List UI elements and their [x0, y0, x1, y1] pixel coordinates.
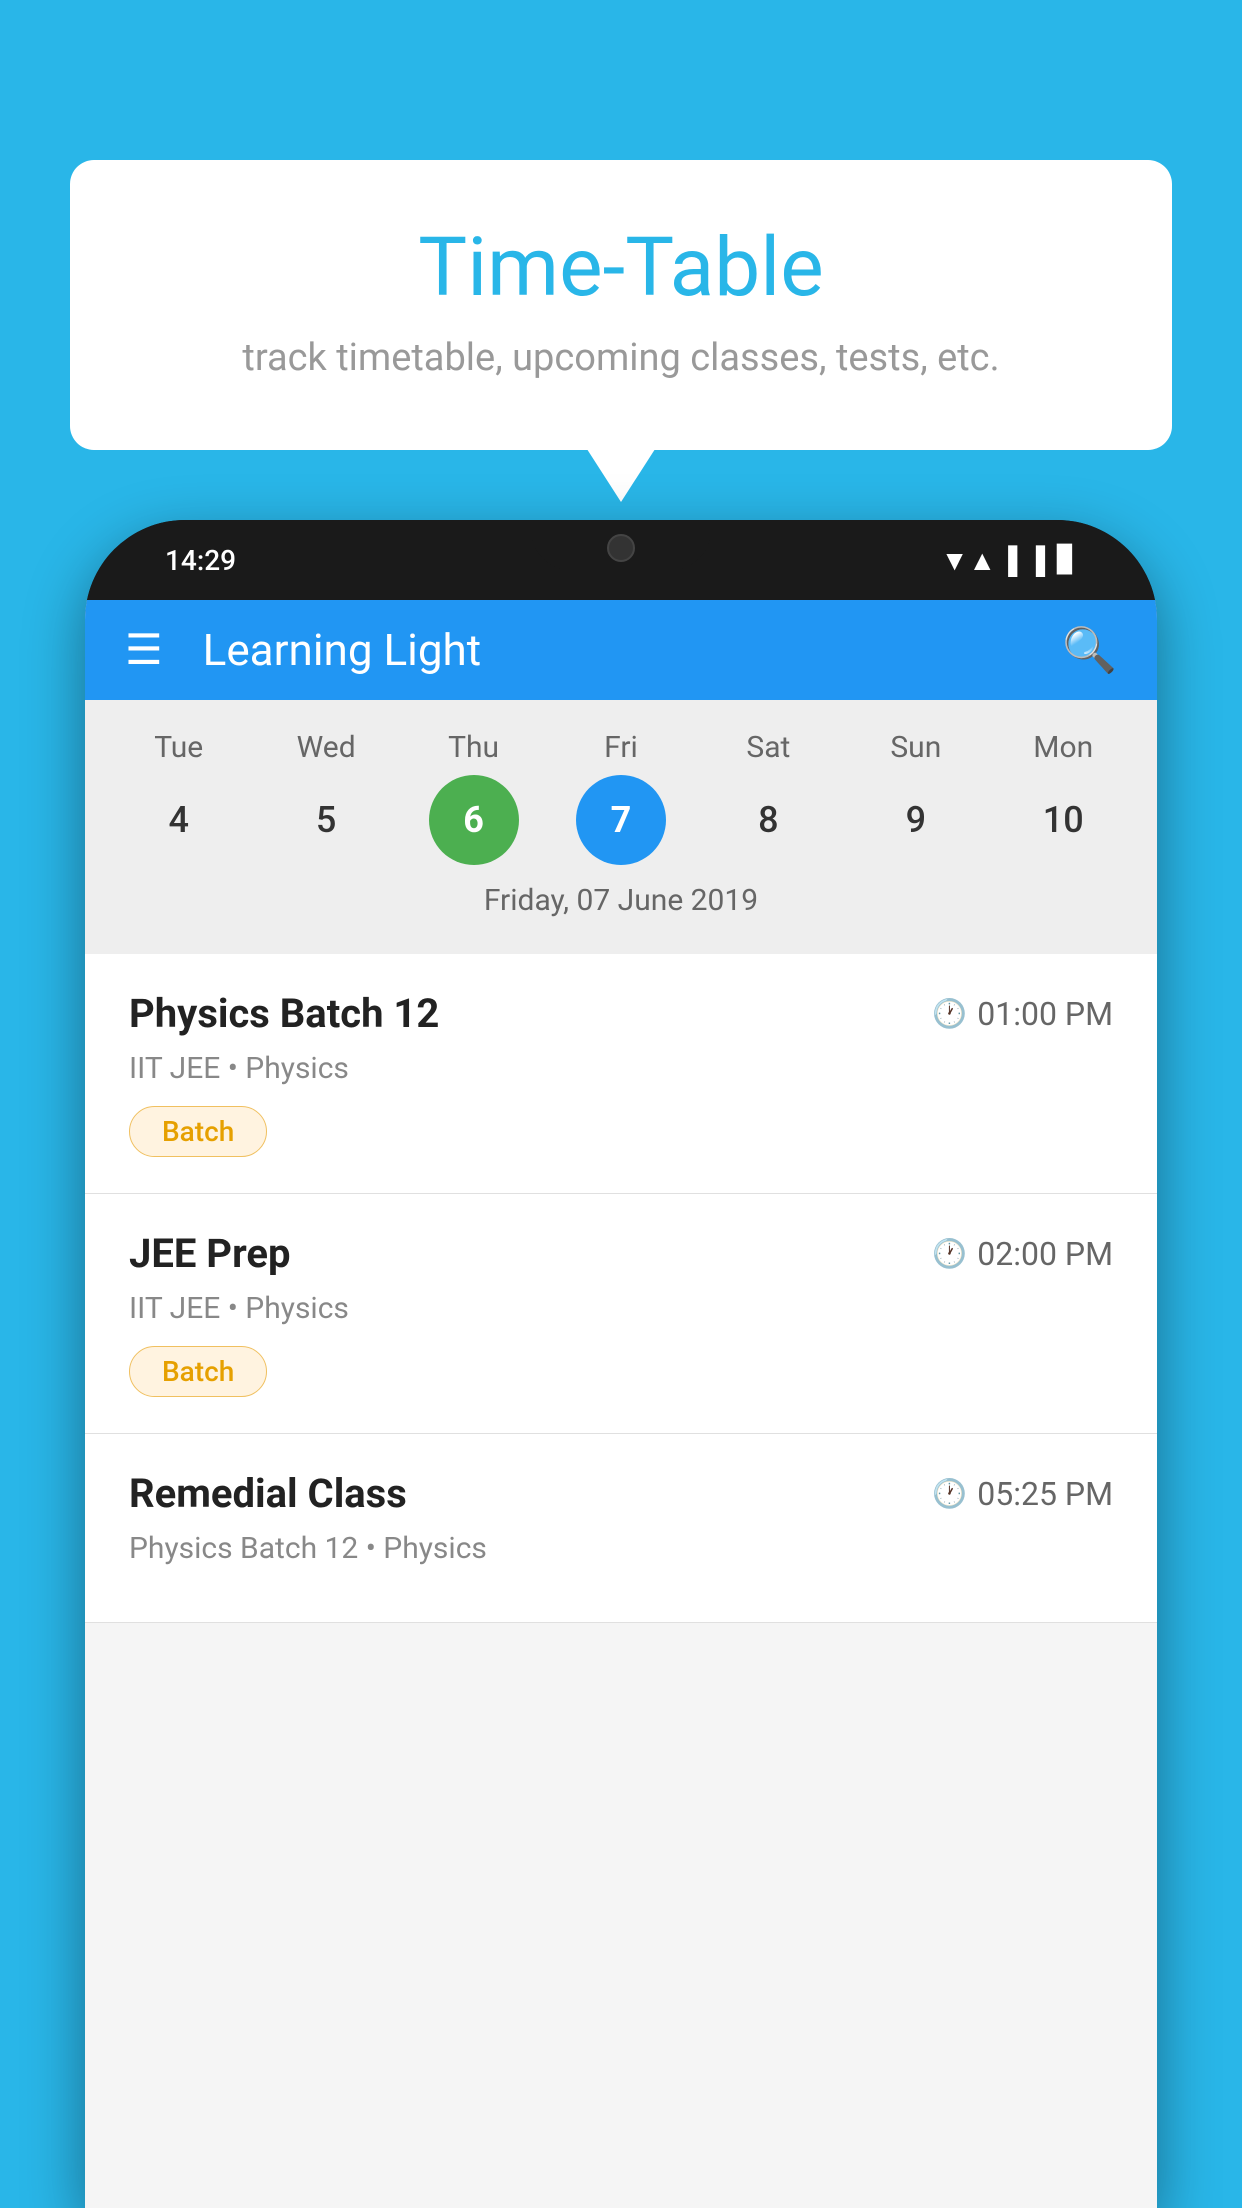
class-card-0[interactable]: Physics Batch 12 🕐 01:00 PM IIT JEE • Phys… [85, 954, 1157, 1194]
search-icon[interactable]: 🔍 [1062, 624, 1117, 676]
class-time-0: 🕐 01:00 PM [932, 995, 1113, 1033]
class-list: Physics Batch 12 🕐 01:00 PM IIT JEE • Phys… [85, 954, 1157, 1623]
class-time-2: 🕐 05:25 PM [932, 1475, 1113, 1513]
battery-icon: ▊ [1057, 545, 1077, 575]
phone-frame: 14:29 ▼▲ ▌▐ ▊ ☰ Learning Light 🔍 TueWedT… [85, 520, 1157, 2208]
tooltip-title: Time-Table [150, 220, 1092, 316]
day-number-10[interactable]: 10 [1018, 775, 1108, 865]
day-header-sun: Sun [856, 730, 976, 765]
day-numbers: 456789 10 [85, 765, 1157, 875]
phone-notch [531, 520, 711, 570]
day-header-sat: Sat [708, 730, 828, 765]
app-title: Learning Light [203, 624, 1063, 676]
calendar-strip: Tue Wed Thu Fri Sat Sun Mon 456789 10 Friday, 0… [85, 700, 1157, 954]
phone-screen: ☰ Learning Light 🔍 Tue Wed Thu Fri Sat Sun Mon… [85, 600, 1157, 2208]
class-card-header-2: Remedial Class 🕐 05:25 PM [129, 1470, 1113, 1517]
clock-icon: 🕐 [932, 1237, 967, 1270]
day-headers: Tue Wed Thu Fri Sat Sun Mon [85, 720, 1157, 765]
batch-badge-1: Batch [129, 1346, 267, 1397]
class-name-2: Remedial Class [129, 1470, 407, 1517]
tooltip-subtitle: track timetable, upcoming classes, tests… [150, 336, 1092, 380]
class-name-1: JEE Prep [129, 1230, 290, 1277]
day-number-8[interactable]: 8 [723, 775, 813, 865]
batch-badge-0: Batch [129, 1106, 267, 1157]
wifi-icon: ▼▲ [941, 544, 996, 577]
signal-icon: ▌▐ [1008, 545, 1045, 576]
day-header-wed: Wed [266, 730, 386, 765]
class-name-0: Physics Batch 12 [129, 990, 439, 1037]
day-header-thu: Thu [414, 730, 534, 765]
day-header-fri: Fri [561, 730, 681, 765]
clock-icon: 🕐 [932, 1477, 967, 1510]
class-card-2[interactable]: Remedial Class 🕐 05:25 PM Physics Batch 12… [85, 1434, 1157, 1623]
day-number-9[interactable]: 9 [871, 775, 961, 865]
class-info-1: IIT JEE • Physics [129, 1291, 1113, 1326]
class-info-0: IIT JEE • Physics [129, 1051, 1113, 1086]
phone-camera [607, 534, 635, 562]
status-icons: ▼▲ ▌▐ ▊ [941, 544, 1077, 577]
day-number-6[interactable]: 6 [429, 775, 519, 865]
day-header-mon: Mon [1003, 730, 1123, 765]
class-time-1: 🕐 02:00 PM [932, 1235, 1113, 1273]
class-card-header-0: Physics Batch 12 🕐 01:00 PM [129, 990, 1113, 1037]
day-number-7[interactable]: 7 [576, 775, 666, 865]
hamburger-menu-icon[interactable]: ☰ [125, 625, 163, 675]
day-number-5[interactable]: 5 [281, 775, 371, 865]
day-header-tue: Tue [119, 730, 239, 765]
class-card-1[interactable]: JEE Prep 🕐 02:00 PM IIT JEE • Physics Batch [85, 1194, 1157, 1434]
day-number-4[interactable]: 4 [134, 775, 224, 865]
tooltip-card: Time-Table track timetable, upcoming cla… [70, 160, 1172, 450]
selected-date-label: Friday, 07 June 2019 [85, 875, 1157, 934]
status-bar: 14:29 ▼▲ ▌▐ ▊ [85, 520, 1157, 600]
class-card-header-1: JEE Prep 🕐 02:00 PM [129, 1230, 1113, 1277]
status-time: 14:29 [165, 544, 236, 577]
app-toolbar: ☰ Learning Light 🔍 [85, 600, 1157, 700]
clock-icon: 🕐 [932, 997, 967, 1030]
class-info-2: Physics Batch 12 • Physics [129, 1531, 1113, 1566]
